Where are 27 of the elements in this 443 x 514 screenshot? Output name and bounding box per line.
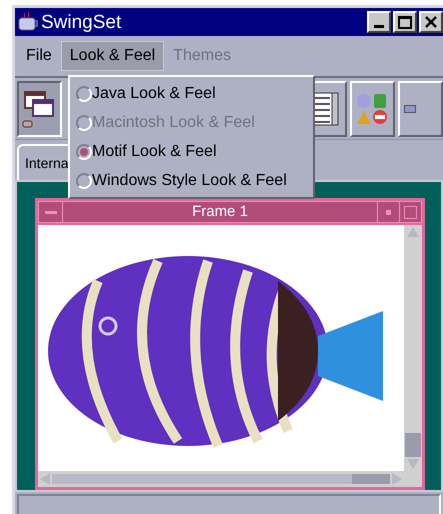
radio-menu-item[interactable]: Java Look & Feel	[70, 79, 313, 108]
coffee-cup-icon	[17, 11, 39, 33]
scroll-thumb[interactable]	[352, 474, 390, 484]
dash-icon	[44, 210, 56, 214]
internal-frames-toolbar-button[interactable]	[17, 80, 62, 136]
windows-icon	[22, 88, 56, 128]
maximize-icon	[398, 16, 412, 28]
close-button[interactable]	[419, 11, 443, 33]
message-icons-drawing	[356, 92, 388, 124]
maximize-button[interactable]	[393, 11, 417, 33]
frame-title: Frame 1	[191, 202, 249, 222]
menu-item[interactable]: File	[17, 41, 61, 71]
menu-item[interactable]: Look & Feel	[60, 41, 164, 71]
scroll-thumb[interactable]	[405, 433, 421, 457]
radio-button[interactable]	[76, 86, 92, 102]
toolbar-button[interactable]	[398, 80, 443, 136]
bar-icon	[404, 104, 416, 112]
window-title: SwingSet	[41, 12, 122, 32]
vertical-scrollbar[interactable]	[404, 225, 422, 471]
square-icon	[404, 206, 417, 218]
minimize-button[interactable]	[367, 11, 391, 33]
close-icon	[425, 16, 437, 28]
radio-button[interactable]	[76, 172, 92, 188]
scroll-up-icon	[406, 225, 420, 239]
dialogs-toolbar-button[interactable]	[350, 80, 395, 136]
radio-button[interactable]	[76, 144, 92, 160]
minimize-icon	[374, 25, 384, 28]
